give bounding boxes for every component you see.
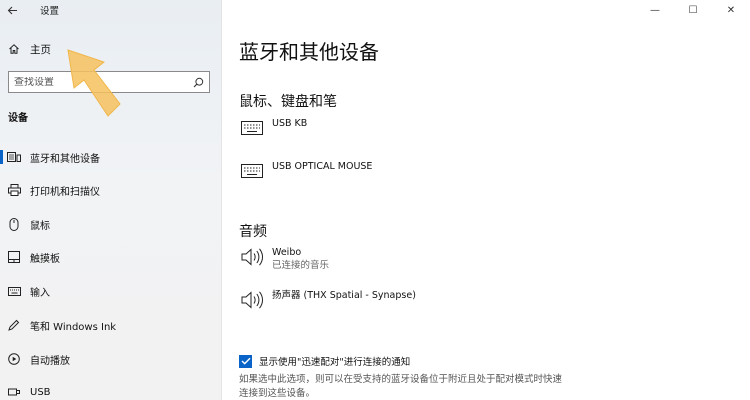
swift-pair-hint: 如果选中此选项，则可以在受支持的蓝牙设备位于附近且处于配对模式时快速连接到这些设… [239,374,563,399]
device-usb-optical-mouse[interactable]: USB OPTICAL MOUSE [239,160,372,182]
swift-pair-checkbox[interactable]: 显示使用"迅速配对"进行连接的通知 [239,354,410,368]
sidebar-item-label: 打印机和扫描仪 [30,186,100,198]
sidebar-item-pen[interactable]: 笔和 Windows Ink [0,314,222,336]
page-title: 蓝牙和其他设备 [239,40,379,64]
printer-icon [7,184,21,196]
window-controls: — ☐ ✕ [636,0,750,20]
speaker-icon [241,291,263,309]
section-header-devices: 设备 [8,113,28,124]
keyboard-icon [7,286,21,296]
sidebar-item-label: 笔和 Windows Ink [30,321,117,333]
keyboard-icon [241,164,263,178]
bluetooth-devices-icon [7,152,21,162]
pointer-arrow-annotation [67,49,121,117]
sidebar-item-label: 输入 [30,287,50,299]
usb-icon [8,388,20,396]
main-content: — ☐ ✕ 蓝牙和其他设备 鼠标、键盘和笔 USB KB USB OPTICAL… [222,0,750,400]
home-icon [9,44,19,54]
swift-pair-label: 显示使用"迅速配对"进行连接的通知 [259,357,411,368]
touchpad-icon [8,251,20,263]
back-button[interactable] [1,0,23,20]
sidebar-item-autoplay[interactable]: 自动播放 [0,348,222,370]
sidebar-item-label: USB [30,386,51,398]
sidebar-item-label: 自动播放 [30,355,70,367]
settings-sidebar: 设置 主页 设备 蓝牙和其他设备 打印机和扫描仪 鼠标 触摸板 输入 笔和 Wi… [0,0,222,400]
maximize-button[interactable]: ☐ [674,0,712,20]
sidebar-item-printers[interactable]: 打印机和扫描仪 [0,179,222,201]
sidebar-item-input[interactable]: 输入 [0,280,222,302]
mouse-icon [9,217,19,231]
sidebar-item-bluetooth[interactable]: 蓝牙和其他设备 [0,146,222,168]
search-icon [193,77,204,87]
device-name: 扬声器 (THX Spatial - Synapse) [272,290,416,301]
back-arrow-icon [7,6,17,14]
sidebar-item-label: 触摸板 [30,253,60,265]
checkmark-icon [241,357,250,365]
speaker-icon [241,248,263,266]
close-button[interactable]: ✕ [712,0,750,20]
home-label: 主页 [30,43,51,56]
device-usb-kb[interactable]: USB KB [239,117,307,139]
device-name: USB OPTICAL MOUSE [272,161,373,172]
sidebar-item-label: 蓝牙和其他设备 [30,153,100,165]
sidebar-item-touchpad[interactable]: 触摸板 [0,246,222,268]
group-header-mouse-keyboard-pen: 鼠标、键盘和笔 [239,94,337,110]
device-status: 已连接的音乐 [272,260,330,271]
group-header-audio: 音频 [239,224,267,240]
sidebar-item-label: 鼠标 [30,220,50,232]
sidebar-item-usb[interactable]: USB [0,381,222,400]
checkbox-checked[interactable] [239,354,252,368]
device-name: USB KB [272,118,308,129]
device-thx-speaker[interactable]: 扬声器 (THX Spatial - Synapse) [239,289,416,311]
sidebar-item-mouse[interactable]: 鼠标 [0,213,222,235]
autoplay-icon [8,353,20,365]
title-bar: 设置 [0,0,222,20]
window-title: 设置 [40,6,60,17]
minimize-button[interactable]: — [636,0,674,20]
pen-icon [8,319,20,331]
device-weibo[interactable]: Weibo 已连接的音乐 [239,246,329,273]
keyboard-icon [241,121,263,135]
device-name: Weibo [272,247,302,258]
